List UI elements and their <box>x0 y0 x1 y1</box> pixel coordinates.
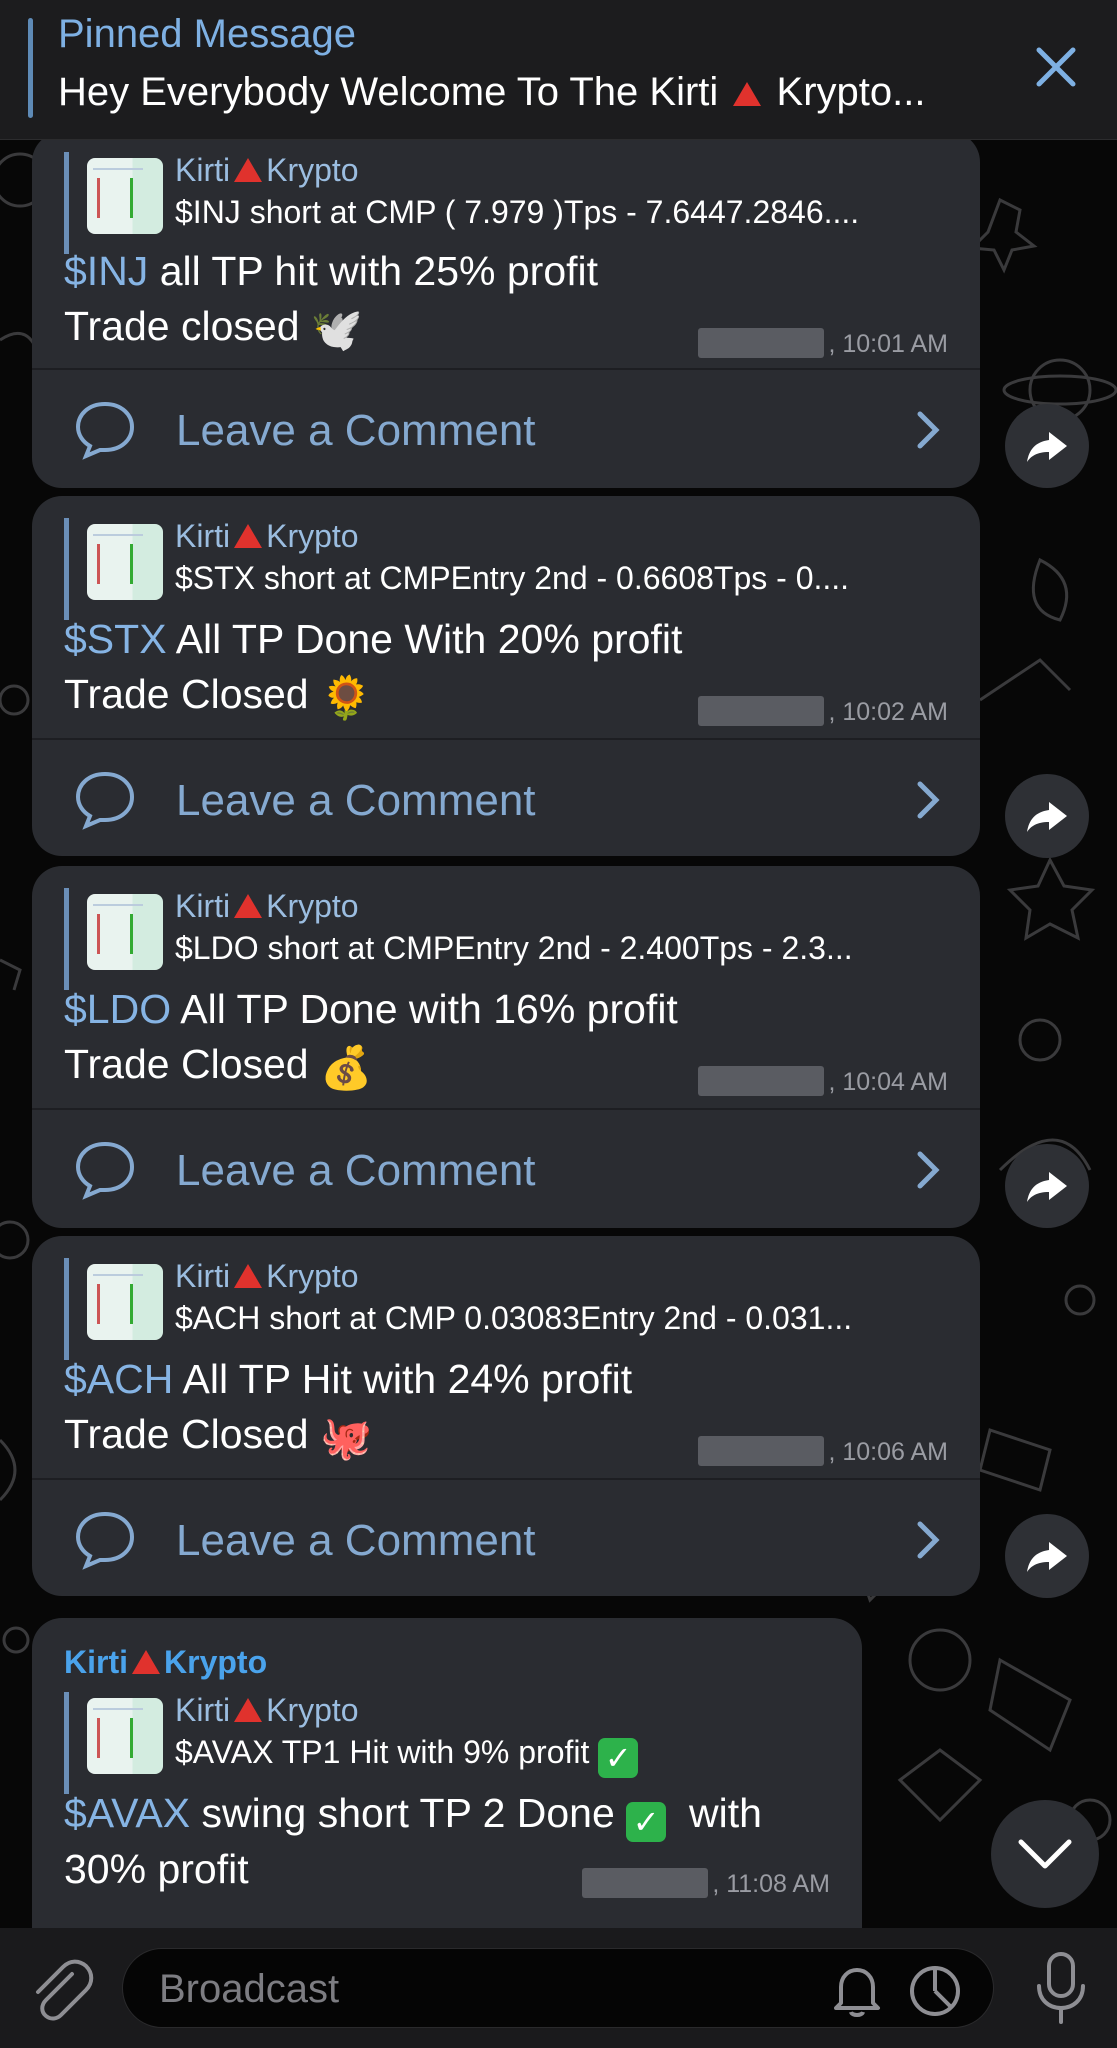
timer-icon[interactable] <box>907 1963 963 2019</box>
message-time: , 10:06 AM <box>698 1436 948 1467</box>
leave-comment-button[interactable]: Leave a Comment <box>32 368 980 488</box>
redacted-author <box>698 696 825 726</box>
chart-thumbnail <box>87 1264 163 1340</box>
red-triangle-icon <box>234 524 263 548</box>
message-text: $INJ all TP hit with 25% profit Trade cl… <box>64 248 599 353</box>
chart-thumbnail <box>87 894 163 970</box>
reply-sender: Kirti Krypto <box>175 518 359 554</box>
message-bubble[interactable]: Kirti Krypto $LDO short at CMPEntry 2nd -… <box>32 866 980 1228</box>
message-bubble[interactable]: Kirti Krypto $INJ short at CMP ( 7.979 )T… <box>32 132 980 488</box>
leave-comment-button[interactable]: Leave a Comment <box>32 1478 980 1596</box>
broadcast-input[interactable] <box>159 1959 779 2019</box>
close-icon[interactable] <box>1029 40 1083 94</box>
share-button[interactable] <box>1005 774 1089 858</box>
scroll-to-bottom-button[interactable] <box>991 1800 1099 1908</box>
reply-quote[interactable]: Kirti Krypto $INJ short at CMP ( 7.979 )T… <box>64 152 944 254</box>
chevron-right-icon <box>917 411 940 449</box>
chevron-right-icon <box>917 781 940 819</box>
reply-text: $INJ short at CMP ( 7.979 )Tps - 7.6447.… <box>175 194 860 230</box>
share-arrow-icon <box>1027 1542 1067 1572</box>
comment-icon <box>75 771 135 830</box>
message-bubble[interactable]: Kirti Krypto $ACH short at CMP 0.03083Ent… <box>32 1236 980 1596</box>
share-arrow-icon <box>1027 432 1067 462</box>
check-mark-icon: ✓ <box>626 1802 667 1842</box>
message-time: , 11:08 AM <box>582 1868 830 1899</box>
pinned-message-bar[interactable]: Pinned Message Hey Everybody Welcome To … <box>0 0 1117 140</box>
share-button[interactable] <box>1005 1144 1089 1228</box>
leave-comment-button[interactable]: Leave a Comment <box>32 1108 980 1228</box>
bottom-input-bar <box>0 1928 1117 2048</box>
sunflower-emoji: 🌻 <box>320 674 373 721</box>
message-bubble[interactable]: Kirti Krypto Kirti Krypto $AVAX TP1 Hit wi… <box>32 1618 862 1928</box>
message-time: , 10:01 AM <box>698 328 948 359</box>
share-button[interactable] <box>1005 404 1089 488</box>
chevron-right-icon <box>917 1521 940 1559</box>
pinned-text: Hey Everybody Welcome To The Kirti Krypt… <box>58 70 926 114</box>
comment-icon <box>75 1141 135 1200</box>
reply-sender: Kirti Krypto <box>175 1692 359 1728</box>
reply-quote[interactable]: Kirti Krypto $STX short at CMPEntry 2nd -… <box>64 518 944 620</box>
message-text: $ACH All TP Hit with 24% profit Trade Cl… <box>64 1356 633 1461</box>
reply-sender: Kirti Krypto <box>175 888 359 924</box>
check-mark-icon: ✓ <box>598 1738 639 1778</box>
dove-emoji: 🕊️ <box>310 306 364 353</box>
octopus-emoji: 🐙 <box>320 1414 373 1461</box>
bell-icon[interactable] <box>831 1963 883 2019</box>
red-triangle-icon <box>234 894 263 918</box>
redacted-author <box>698 1066 825 1096</box>
red-triangle-icon <box>234 158 263 182</box>
chevron-down-icon <box>1018 1839 1072 1869</box>
money-bag-emoji: 💰 <box>320 1044 373 1091</box>
red-triangle-icon <box>733 82 762 106</box>
reply-sender: Kirti Krypto <box>175 1258 359 1294</box>
message-text: $STX All TP Done With 20% profit Trade C… <box>64 616 683 721</box>
red-triangle-icon <box>132 1650 160 1674</box>
reply-sender: Kirti Krypto <box>175 152 359 188</box>
message-time: , 10:04 AM <box>698 1066 948 1097</box>
microphone-icon[interactable] <box>1031 1950 1091 2026</box>
reply-text: $LDO short at CMPEntry 2nd - 2.400Tps - … <box>175 930 853 966</box>
broadcast-input-container[interactable] <box>122 1948 994 2028</box>
pinned-title: Pinned Message <box>58 12 356 56</box>
paperclip-icon[interactable] <box>28 1958 94 2024</box>
redacted-author <box>698 328 825 358</box>
reply-quote[interactable]: Kirti Krypto $LDO short at CMPEntry 2nd -… <box>64 888 944 990</box>
chart-thumbnail <box>87 1698 163 1774</box>
redacted-author <box>698 1436 825 1466</box>
chart-thumbnail <box>87 158 163 234</box>
chart-thumbnail <box>87 524 163 600</box>
reply-text: $STX short at CMPEntry 2nd - 0.6608Tps -… <box>175 560 850 596</box>
redacted-author <box>582 1868 709 1898</box>
comment-icon <box>75 401 135 460</box>
share-arrow-icon <box>1027 1172 1067 1202</box>
reply-text: $ACH short at CMP 0.03083Entry 2nd - 0.0… <box>175 1300 853 1336</box>
comment-icon <box>75 1511 135 1570</box>
share-arrow-icon <box>1027 802 1067 832</box>
red-triangle-icon <box>234 1264 263 1288</box>
message-time: , 10:02 AM <box>698 696 948 727</box>
reply-quote[interactable]: Kirti Krypto $AVAX TP1 Hit with 9% profit… <box>64 1692 824 1794</box>
reply-text: $AVAX TP1 Hit with 9% profit ✓ <box>175 1734 639 1778</box>
message-bubble[interactable]: Kirti Krypto $STX short at CMPEntry 2nd -… <box>32 496 980 856</box>
leave-comment-button[interactable]: Leave a Comment <box>32 738 980 856</box>
red-triangle-icon <box>234 1698 263 1722</box>
message-text: $LDO All TP Done with 16% profit Trade C… <box>64 986 678 1091</box>
pinned-indicator <box>28 18 33 118</box>
share-button[interactable] <box>1005 1514 1089 1598</box>
chevron-right-icon <box>917 1151 940 1189</box>
message-sender: Kirti Krypto <box>64 1644 268 1680</box>
reply-quote[interactable]: Kirti Krypto $ACH short at CMP 0.03083Ent… <box>64 1258 944 1360</box>
